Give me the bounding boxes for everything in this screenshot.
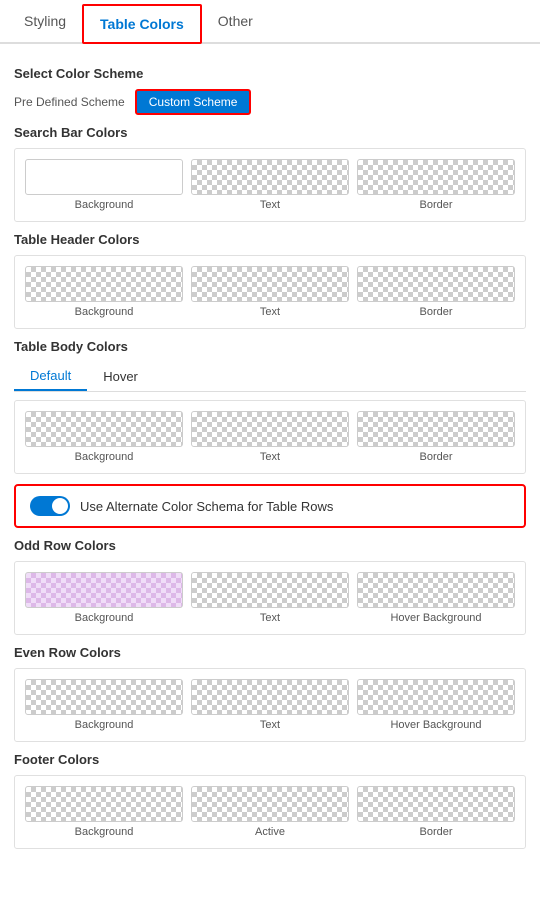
table-header-text-label: Text xyxy=(260,306,280,318)
body-sub-tabs: Default Hover xyxy=(14,362,526,392)
table-header-color-grid: Background Text Border xyxy=(25,266,515,318)
table-header-text: Text xyxy=(191,266,349,318)
table-body-text-label: Text xyxy=(260,451,280,463)
tab-styling[interactable]: Styling xyxy=(8,0,82,42)
even-row-hover-bg: Hover Background xyxy=(357,679,515,731)
even-row-title: Even Row Colors xyxy=(14,645,526,660)
table-body-border-swatch[interactable] xyxy=(357,411,515,447)
odd-row-color-grid: Background Text Hover Background xyxy=(25,572,515,624)
search-bar-border-swatch[interactable] xyxy=(357,159,515,195)
table-header-border-label: Border xyxy=(419,306,452,318)
odd-row-text: Text xyxy=(191,572,349,624)
odd-row-text-swatch[interactable] xyxy=(191,572,349,608)
search-bar-text-swatch[interactable] xyxy=(191,159,349,195)
table-header-background: Background xyxy=(25,266,183,318)
search-bar-text: Text xyxy=(191,159,349,211)
odd-row-background: Background xyxy=(25,572,183,624)
even-row-color-grid: Background Text Hover Background xyxy=(25,679,515,731)
footer-colors: Background Active Border xyxy=(14,775,526,849)
footer-border-swatch[interactable] xyxy=(357,786,515,822)
table-body-background: Background xyxy=(25,411,183,463)
odd-row-bg-swatch[interactable] xyxy=(25,572,183,608)
table-body-bg-label: Background xyxy=(75,451,134,463)
footer-active: Active xyxy=(191,786,349,838)
tab-table-colors[interactable]: Table Colors xyxy=(82,4,202,44)
odd-row-text-label: Text xyxy=(260,612,280,624)
odd-row-title: Odd Row Colors xyxy=(14,538,526,553)
toggle-slider xyxy=(30,496,70,516)
search-bar-bg-label: Background xyxy=(75,199,134,211)
tab-bar: Styling Table Colors Other xyxy=(0,0,540,44)
even-row-text: Text xyxy=(191,679,349,731)
even-row-hover-swatch[interactable] xyxy=(357,679,515,715)
even-row-bg-swatch[interactable] xyxy=(25,679,183,715)
even-row-background: Background xyxy=(25,679,183,731)
search-bar-colors: Background Text Border xyxy=(14,148,526,222)
even-row-colors: Background Text Hover Background xyxy=(14,668,526,742)
search-bar-color-grid: Background Text Border xyxy=(25,159,515,211)
table-header-border: Border xyxy=(357,266,515,318)
footer-border-label: Border xyxy=(419,826,452,838)
table-body-border-label: Border xyxy=(419,451,452,463)
main-content: Select Color Scheme Pre Defined Scheme C… xyxy=(0,44,540,871)
odd-row-bg-label: Background xyxy=(75,612,134,624)
search-bar-title: Search Bar Colors xyxy=(14,125,526,140)
even-row-hover-label: Hover Background xyxy=(390,719,481,731)
table-header-bg-label: Background xyxy=(75,306,134,318)
search-bar-background: Background xyxy=(25,159,183,211)
toggle-label-text: Use Alternate Color Schema for Table Row… xyxy=(80,499,333,514)
alternate-color-toggle[interactable] xyxy=(30,496,70,516)
sub-tab-hover[interactable]: Hover xyxy=(87,362,154,391)
footer-title: Footer Colors xyxy=(14,752,526,767)
table-body-bg-swatch[interactable] xyxy=(25,411,183,447)
table-body-text: Text xyxy=(191,411,349,463)
search-bar-border: Border xyxy=(357,159,515,211)
custom-scheme-button[interactable]: Custom Scheme xyxy=(135,89,252,115)
odd-row-hover-label: Hover Background xyxy=(390,612,481,624)
footer-bg-swatch[interactable] xyxy=(25,786,183,822)
footer-active-swatch[interactable] xyxy=(191,786,349,822)
footer-color-grid: Background Active Border xyxy=(25,786,515,838)
odd-row-hover-swatch[interactable] xyxy=(357,572,515,608)
footer-active-label: Active xyxy=(255,826,285,838)
tab-other[interactable]: Other xyxy=(202,0,269,42)
footer-background: Background xyxy=(25,786,183,838)
table-body-title: Table Body Colors xyxy=(14,339,526,354)
color-scheme-title: Select Color Scheme xyxy=(14,66,526,81)
table-body-colors: Background Text Border xyxy=(14,400,526,474)
table-header-text-swatch[interactable] xyxy=(191,266,349,302)
table-header-bg-swatch[interactable] xyxy=(25,266,183,302)
table-body-color-grid: Background Text Border xyxy=(25,411,515,463)
search-bar-text-label: Text xyxy=(260,199,280,211)
odd-row-colors: Background Text Hover Background xyxy=(14,561,526,635)
search-bar-bg-swatch[interactable] xyxy=(25,159,183,195)
table-header-border-swatch[interactable] xyxy=(357,266,515,302)
footer-bg-label: Background xyxy=(75,826,134,838)
table-header-title: Table Header Colors xyxy=(14,232,526,247)
color-scheme-row: Pre Defined Scheme Custom Scheme xyxy=(14,89,526,115)
odd-row-hover-bg: Hover Background xyxy=(357,572,515,624)
alternate-color-toggle-row: Use Alternate Color Schema for Table Row… xyxy=(14,484,526,528)
even-row-text-label: Text xyxy=(260,719,280,731)
even-row-bg-label: Background xyxy=(75,719,134,731)
table-body-border: Border xyxy=(357,411,515,463)
pre-defined-label: Pre Defined Scheme xyxy=(14,95,125,109)
table-body-text-swatch[interactable] xyxy=(191,411,349,447)
table-header-colors: Background Text Border xyxy=(14,255,526,329)
even-row-text-swatch[interactable] xyxy=(191,679,349,715)
sub-tab-default[interactable]: Default xyxy=(14,362,87,391)
footer-border: Border xyxy=(357,786,515,838)
search-bar-border-label: Border xyxy=(419,199,452,211)
